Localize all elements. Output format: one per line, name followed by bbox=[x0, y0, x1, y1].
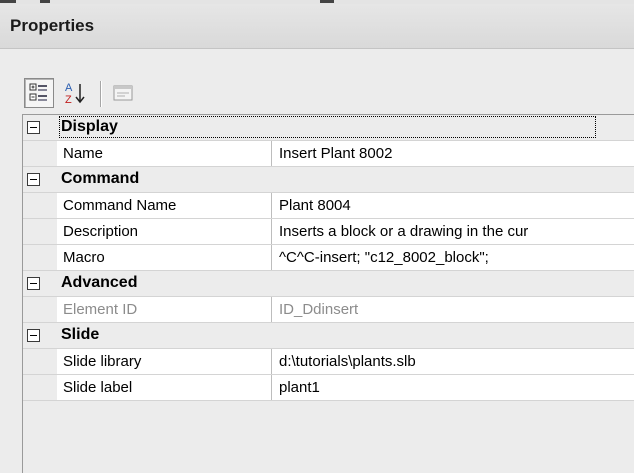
property-row-command-name[interactable]: Command Name Plant 8004 bbox=[23, 193, 634, 219]
panel-title: Properties bbox=[10, 16, 95, 35]
collapse-icon[interactable] bbox=[27, 329, 40, 342]
top-edge-fragment bbox=[320, 0, 334, 3]
category-label: Display bbox=[59, 116, 596, 138]
property-row-name[interactable]: Name Insert Plant 8002 bbox=[23, 141, 634, 167]
column-divider[interactable] bbox=[271, 349, 272, 374]
category-row-slide[interactable]: Slide bbox=[23, 323, 634, 349]
row-margin bbox=[23, 297, 57, 322]
collapse-icon[interactable] bbox=[27, 277, 40, 290]
row-margin bbox=[23, 245, 57, 270]
category-label: Advanced bbox=[61, 274, 138, 291]
category-label: Command bbox=[61, 170, 140, 187]
row-margin bbox=[23, 349, 57, 374]
collapse-icon[interactable] bbox=[27, 173, 40, 186]
property-name: Name bbox=[63, 145, 104, 162]
property-pages-button[interactable] bbox=[108, 78, 138, 108]
property-name: Slide label bbox=[63, 379, 133, 396]
property-value[interactable]: plant1 bbox=[279, 379, 634, 396]
property-row-description[interactable]: Description Inserts a block or a drawing… bbox=[23, 219, 634, 245]
column-divider[interactable] bbox=[271, 245, 272, 270]
column-divider[interactable] bbox=[271, 297, 272, 322]
alphabetical-button[interactable]: A Z bbox=[60, 78, 90, 108]
property-value[interactable]: Insert Plant 8002 bbox=[279, 145, 634, 162]
property-grid: Display Name Insert Plant 8002 Command C… bbox=[22, 114, 634, 473]
row-margin bbox=[23, 193, 57, 218]
column-divider[interactable] bbox=[271, 375, 272, 400]
category-label: Slide bbox=[61, 326, 100, 343]
property-row-slide-library[interactable]: Slide library d:\tutorials\plants.slb bbox=[23, 349, 634, 375]
properties-toolbar: A Z bbox=[24, 78, 634, 110]
top-edge-fragment bbox=[40, 0, 50, 3]
property-row-macro[interactable]: Macro ^C^C-insert; "c12_8002_block"; bbox=[23, 245, 634, 271]
svg-text:Z: Z bbox=[65, 94, 72, 106]
collapse-icon[interactable] bbox=[27, 121, 40, 134]
property-value: ID_Ddinsert bbox=[279, 301, 359, 318]
alphabetical-az-icon: A Z bbox=[65, 82, 85, 106]
column-divider[interactable] bbox=[271, 193, 272, 218]
property-name: Description bbox=[63, 223, 139, 240]
toolbar-separator bbox=[100, 81, 101, 107]
property-name: Macro bbox=[63, 249, 105, 266]
category-row-command[interactable]: Command bbox=[23, 167, 634, 193]
property-value[interactable]: Plant 8004 bbox=[279, 197, 634, 214]
svg-text:A: A bbox=[65, 82, 73, 94]
top-edge-fragment bbox=[0, 0, 16, 3]
property-name: Element ID bbox=[63, 301, 138, 318]
property-value[interactable]: d:\tutorials\plants.slb bbox=[279, 353, 634, 370]
properties-header: Properties bbox=[0, 4, 634, 49]
property-name: Slide library bbox=[63, 353, 142, 370]
category-row-advanced[interactable]: Advanced bbox=[23, 271, 634, 297]
category-row-display[interactable]: Display bbox=[23, 115, 634, 141]
property-pages-icon bbox=[113, 85, 133, 101]
row-margin bbox=[23, 375, 57, 400]
property-name: Command Name bbox=[63, 197, 177, 214]
row-margin bbox=[23, 219, 57, 244]
categorized-button[interactable] bbox=[24, 78, 54, 108]
row-margin bbox=[23, 141, 57, 166]
property-value[interactable]: ^C^C-insert; "c12_8002_block"; bbox=[279, 249, 634, 266]
column-divider[interactable] bbox=[271, 141, 272, 166]
property-value[interactable]: Inserts a block or a drawing in the cur bbox=[279, 223, 634, 240]
property-row-slide-label[interactable]: Slide label plant1 bbox=[23, 375, 634, 401]
property-row-element-id[interactable]: Element ID ID_Ddinsert bbox=[23, 297, 634, 323]
categorized-icon bbox=[29, 83, 47, 101]
column-divider[interactable] bbox=[271, 219, 272, 244]
